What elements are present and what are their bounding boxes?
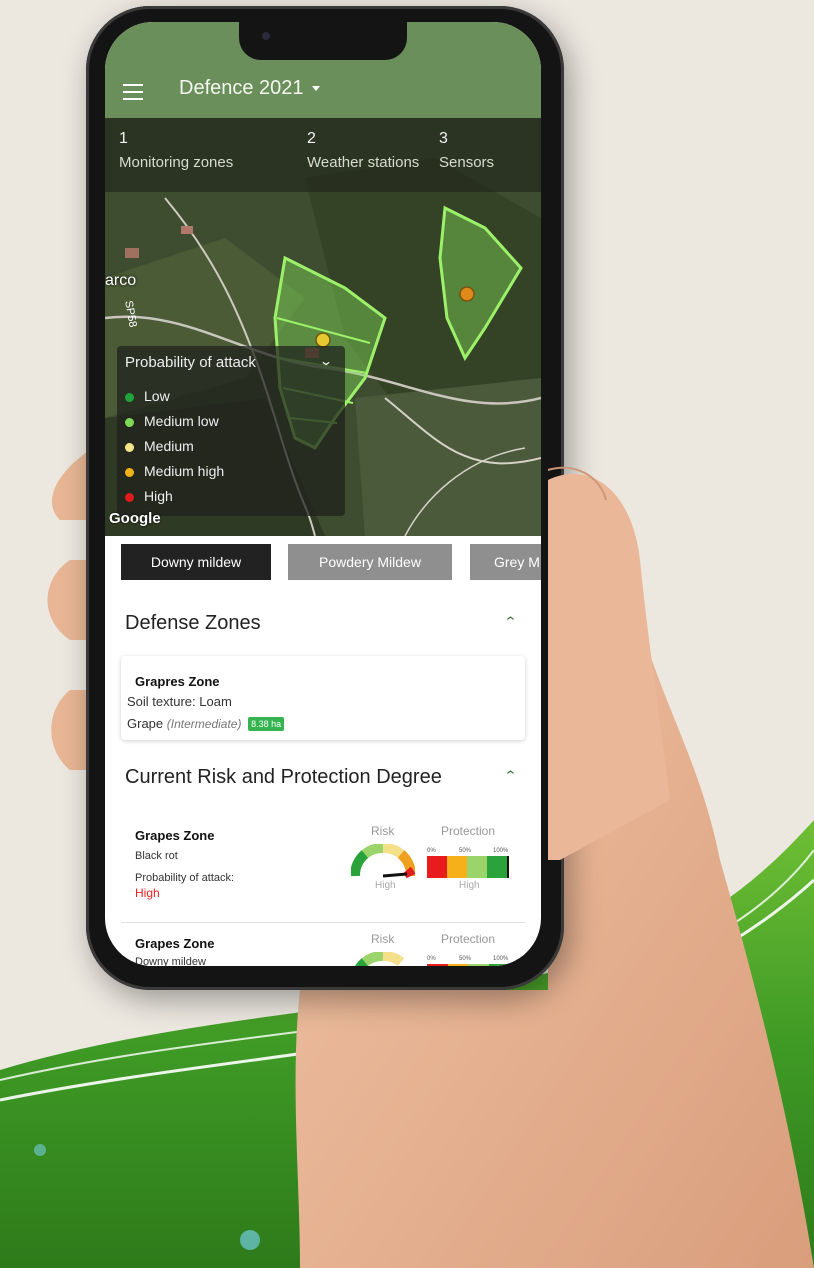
camera-icon (262, 32, 270, 40)
phone-notch (239, 22, 407, 60)
hand-thumb (547, 466, 670, 860)
